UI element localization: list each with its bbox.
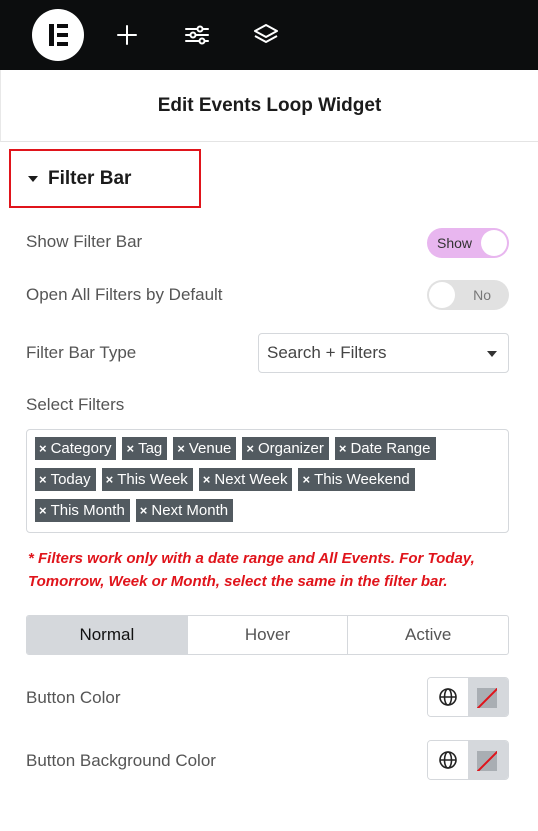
filter-tag-label: Date Range (350, 440, 431, 457)
remove-tag-icon[interactable]: × (339, 441, 347, 456)
filter-tag[interactable]: × This Weekend (298, 468, 415, 491)
filter-tag-label: Today (50, 471, 91, 488)
filter-tag[interactable]: × Next Week (198, 468, 293, 491)
section-toggle-filter-bar[interactable]: Filter Bar (9, 149, 201, 208)
toggle-knob (429, 282, 455, 308)
button-color-control (427, 677, 509, 717)
button-color-label: Button Color (26, 688, 121, 707)
filter-tag-label: Next Month (151, 502, 229, 519)
filter-tag-label: Next Week (214, 471, 288, 488)
section-title: Filter Bar (48, 167, 132, 189)
remove-tag-icon[interactable]: × (126, 441, 134, 456)
toggle-state-text: No (473, 287, 491, 303)
filter-tag[interactable]: × Venue (173, 437, 237, 460)
dropdown-arrow-icon (487, 351, 497, 357)
toggle-knob (481, 230, 507, 256)
remove-tag-icon[interactable]: × (39, 441, 47, 456)
remove-tag-icon[interactable]: × (203, 472, 211, 487)
open-all-filters-toggle[interactable]: No (427, 280, 509, 310)
button-bg-color-control (427, 740, 509, 780)
filters-multiselect[interactable]: × Category × Tag × Venue × Organizer × Date Range… (26, 429, 509, 533)
filter-tag[interactable]: × Category (35, 437, 117, 460)
open-all-filters-label: Open All Filters by Default (26, 285, 223, 304)
tab-hover[interactable]: Hover (188, 616, 349, 654)
tab-normal[interactable]: Normal (27, 616, 188, 654)
remove-tag-icon[interactable]: × (302, 472, 310, 487)
button-bg-color-label: Button Background Color (26, 751, 216, 770)
filter-bar-type-label: Filter Bar Type (26, 343, 137, 362)
filter-tag-label: Category (50, 440, 112, 457)
select-filters-label: Select Filters (26, 395, 125, 414)
editor-toolbar (0, 0, 538, 70)
filter-tag[interactable]: × Organizer (242, 437, 329, 460)
filter-tag-label: Organizer (257, 440, 324, 457)
filter-tag-label: Tag (138, 440, 163, 457)
filter-tag[interactable]: × This Month (35, 499, 130, 522)
caret-down-icon (28, 175, 38, 182)
filter-tag-label: This Week (117, 471, 188, 488)
panel-title: Edit Events Loop Widget (0, 70, 538, 142)
filter-tag[interactable]: × Tag (122, 437, 168, 460)
show-filter-bar-label: Show Filter Bar (26, 232, 143, 251)
color-swatch-button-bg[interactable] (468, 741, 508, 779)
globe-icon[interactable] (428, 741, 468, 779)
remove-tag-icon[interactable]: × (140, 503, 148, 518)
state-tabs: Normal Hover Active (26, 615, 509, 655)
filter-tag[interactable]: × Today (35, 468, 96, 491)
filters-note: * Filters work only with a date range an… (28, 550, 475, 590)
elementor-logo-icon[interactable] (32, 9, 84, 61)
select-value: Search + Filters (267, 343, 387, 362)
plus-icon[interactable] (112, 20, 142, 50)
layers-icon[interactable] (251, 20, 281, 50)
filter-tag[interactable]: × Next Month (135, 499, 234, 522)
globe-icon[interactable] (428, 678, 468, 716)
filter-tag[interactable]: × This Week (101, 468, 193, 491)
filter-tag[interactable]: × Date Range (334, 437, 436, 460)
filter-bar-type-select[interactable]: Search + Filters (258, 333, 509, 373)
filter-tag-label: This Weekend (314, 471, 410, 488)
remove-tag-icon[interactable]: × (177, 441, 185, 456)
tab-active[interactable]: Active (348, 616, 508, 654)
filter-tag-label: Venue (188, 440, 232, 457)
remove-tag-icon[interactable]: × (39, 503, 47, 518)
remove-tag-icon[interactable]: × (106, 472, 114, 487)
remove-tag-icon[interactable]: × (39, 472, 47, 487)
show-filter-bar-toggle[interactable]: Show (427, 228, 509, 258)
toggle-state-text: Show (437, 235, 473, 251)
sliders-icon[interactable] (182, 20, 212, 50)
filter-tag-label: This Month (50, 502, 125, 519)
color-swatch-button[interactable] (468, 678, 508, 716)
remove-tag-icon[interactable]: × (246, 441, 254, 456)
